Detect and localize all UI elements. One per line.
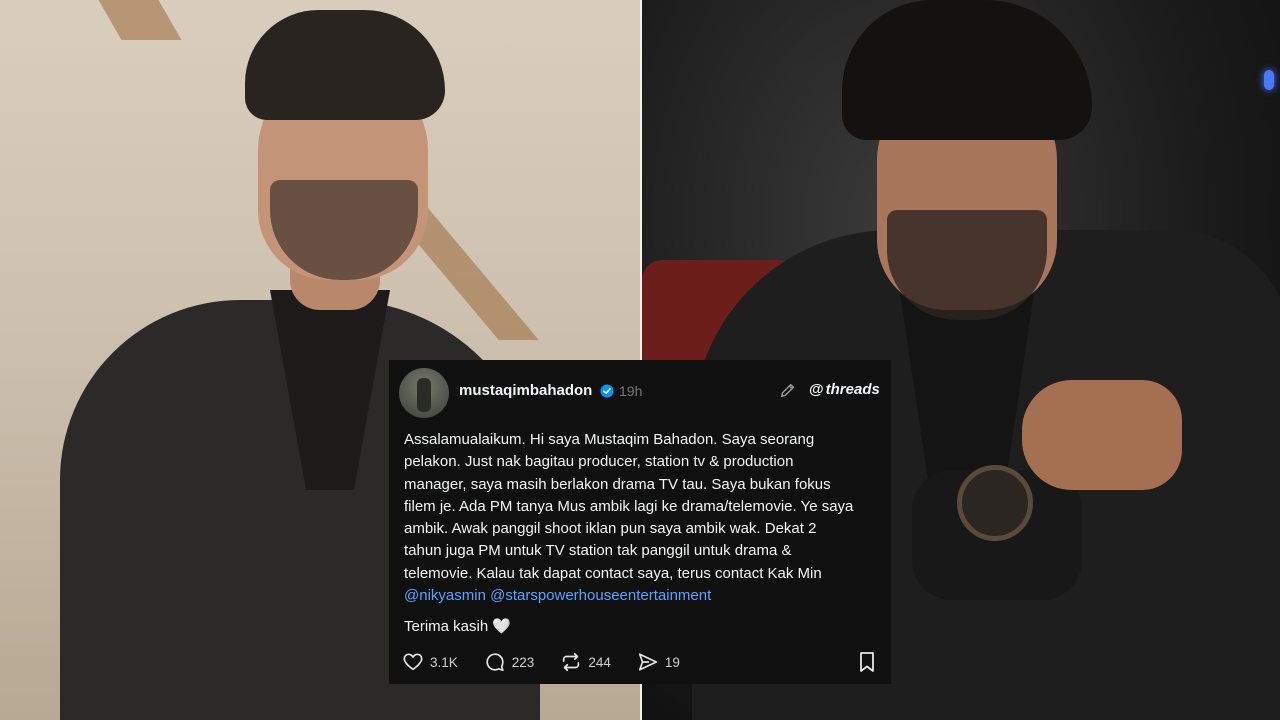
share-button[interactable]: 19 xyxy=(637,651,680,673)
threads-logo-icon: @ xyxy=(809,381,824,398)
post-time: 19h xyxy=(619,383,643,399)
post-body: Assalamualaikum. Hi saya Mustaqim Bahado… xyxy=(404,429,884,607)
blue-light xyxy=(1264,70,1274,90)
bookmark-icon[interactable] xyxy=(857,651,877,673)
post-body-line: telemovie. Kalau tak dapat contact saya,… xyxy=(404,564,822,582)
repost-count: 244 xyxy=(588,654,611,670)
post-body-line: pelakon. Just nak bagitau producer, stat… xyxy=(404,453,794,471)
edit-icon[interactable] xyxy=(779,381,797,399)
threads-post-card: mustaqimbahadon 19h @ threads Assalamual… xyxy=(389,360,891,684)
post-body-line: manager, saya masih berlakon drama TV ta… xyxy=(404,475,831,493)
share-icon xyxy=(638,653,657,671)
share-count: 19 xyxy=(664,654,680,670)
post-body-line: Assalamualaikum. Hi saya Mustaqim Bahado… xyxy=(404,431,815,448)
like-count: 3.1K xyxy=(430,654,458,670)
avatar-figure xyxy=(417,378,431,412)
heart-icon xyxy=(403,653,423,671)
hair xyxy=(245,10,445,120)
post-actions: 3.1K 223 244 19 xyxy=(402,650,706,674)
post-thanks: Terima kasih 🤍 xyxy=(404,618,512,635)
repost-icon xyxy=(563,652,580,672)
verified-badge-icon xyxy=(600,384,614,398)
reply-button[interactable]: 223 xyxy=(484,651,535,673)
mention-link[interactable]: @nikyasmin xyxy=(404,587,486,604)
username[interactable]: mustaqimbahadon xyxy=(459,382,592,399)
reply-count: 223 xyxy=(511,654,535,670)
mention-link[interactable]: @starspowerhouseentertainment xyxy=(490,587,711,604)
wristwatch xyxy=(957,465,1033,541)
hair xyxy=(842,0,1092,140)
avatar[interactable] xyxy=(399,368,449,418)
threads-wordmark: threads xyxy=(825,381,880,398)
wall-stripe xyxy=(98,0,182,40)
reply-icon xyxy=(486,653,504,672)
threads-logo: @ threads xyxy=(809,381,880,398)
post-body-line: tahun juga PM untuk TV station tak pangg… xyxy=(404,542,792,560)
repost-button[interactable]: 244 xyxy=(560,651,611,673)
post-body-line: ambik. Awak panggil shoot iklan pun saya… xyxy=(404,520,817,538)
post-body-line: filem je. Ada PM tanya Mus ambik lagi ke… xyxy=(404,497,854,515)
like-button[interactable]: 3.1K xyxy=(402,651,458,673)
hand xyxy=(1022,380,1182,490)
